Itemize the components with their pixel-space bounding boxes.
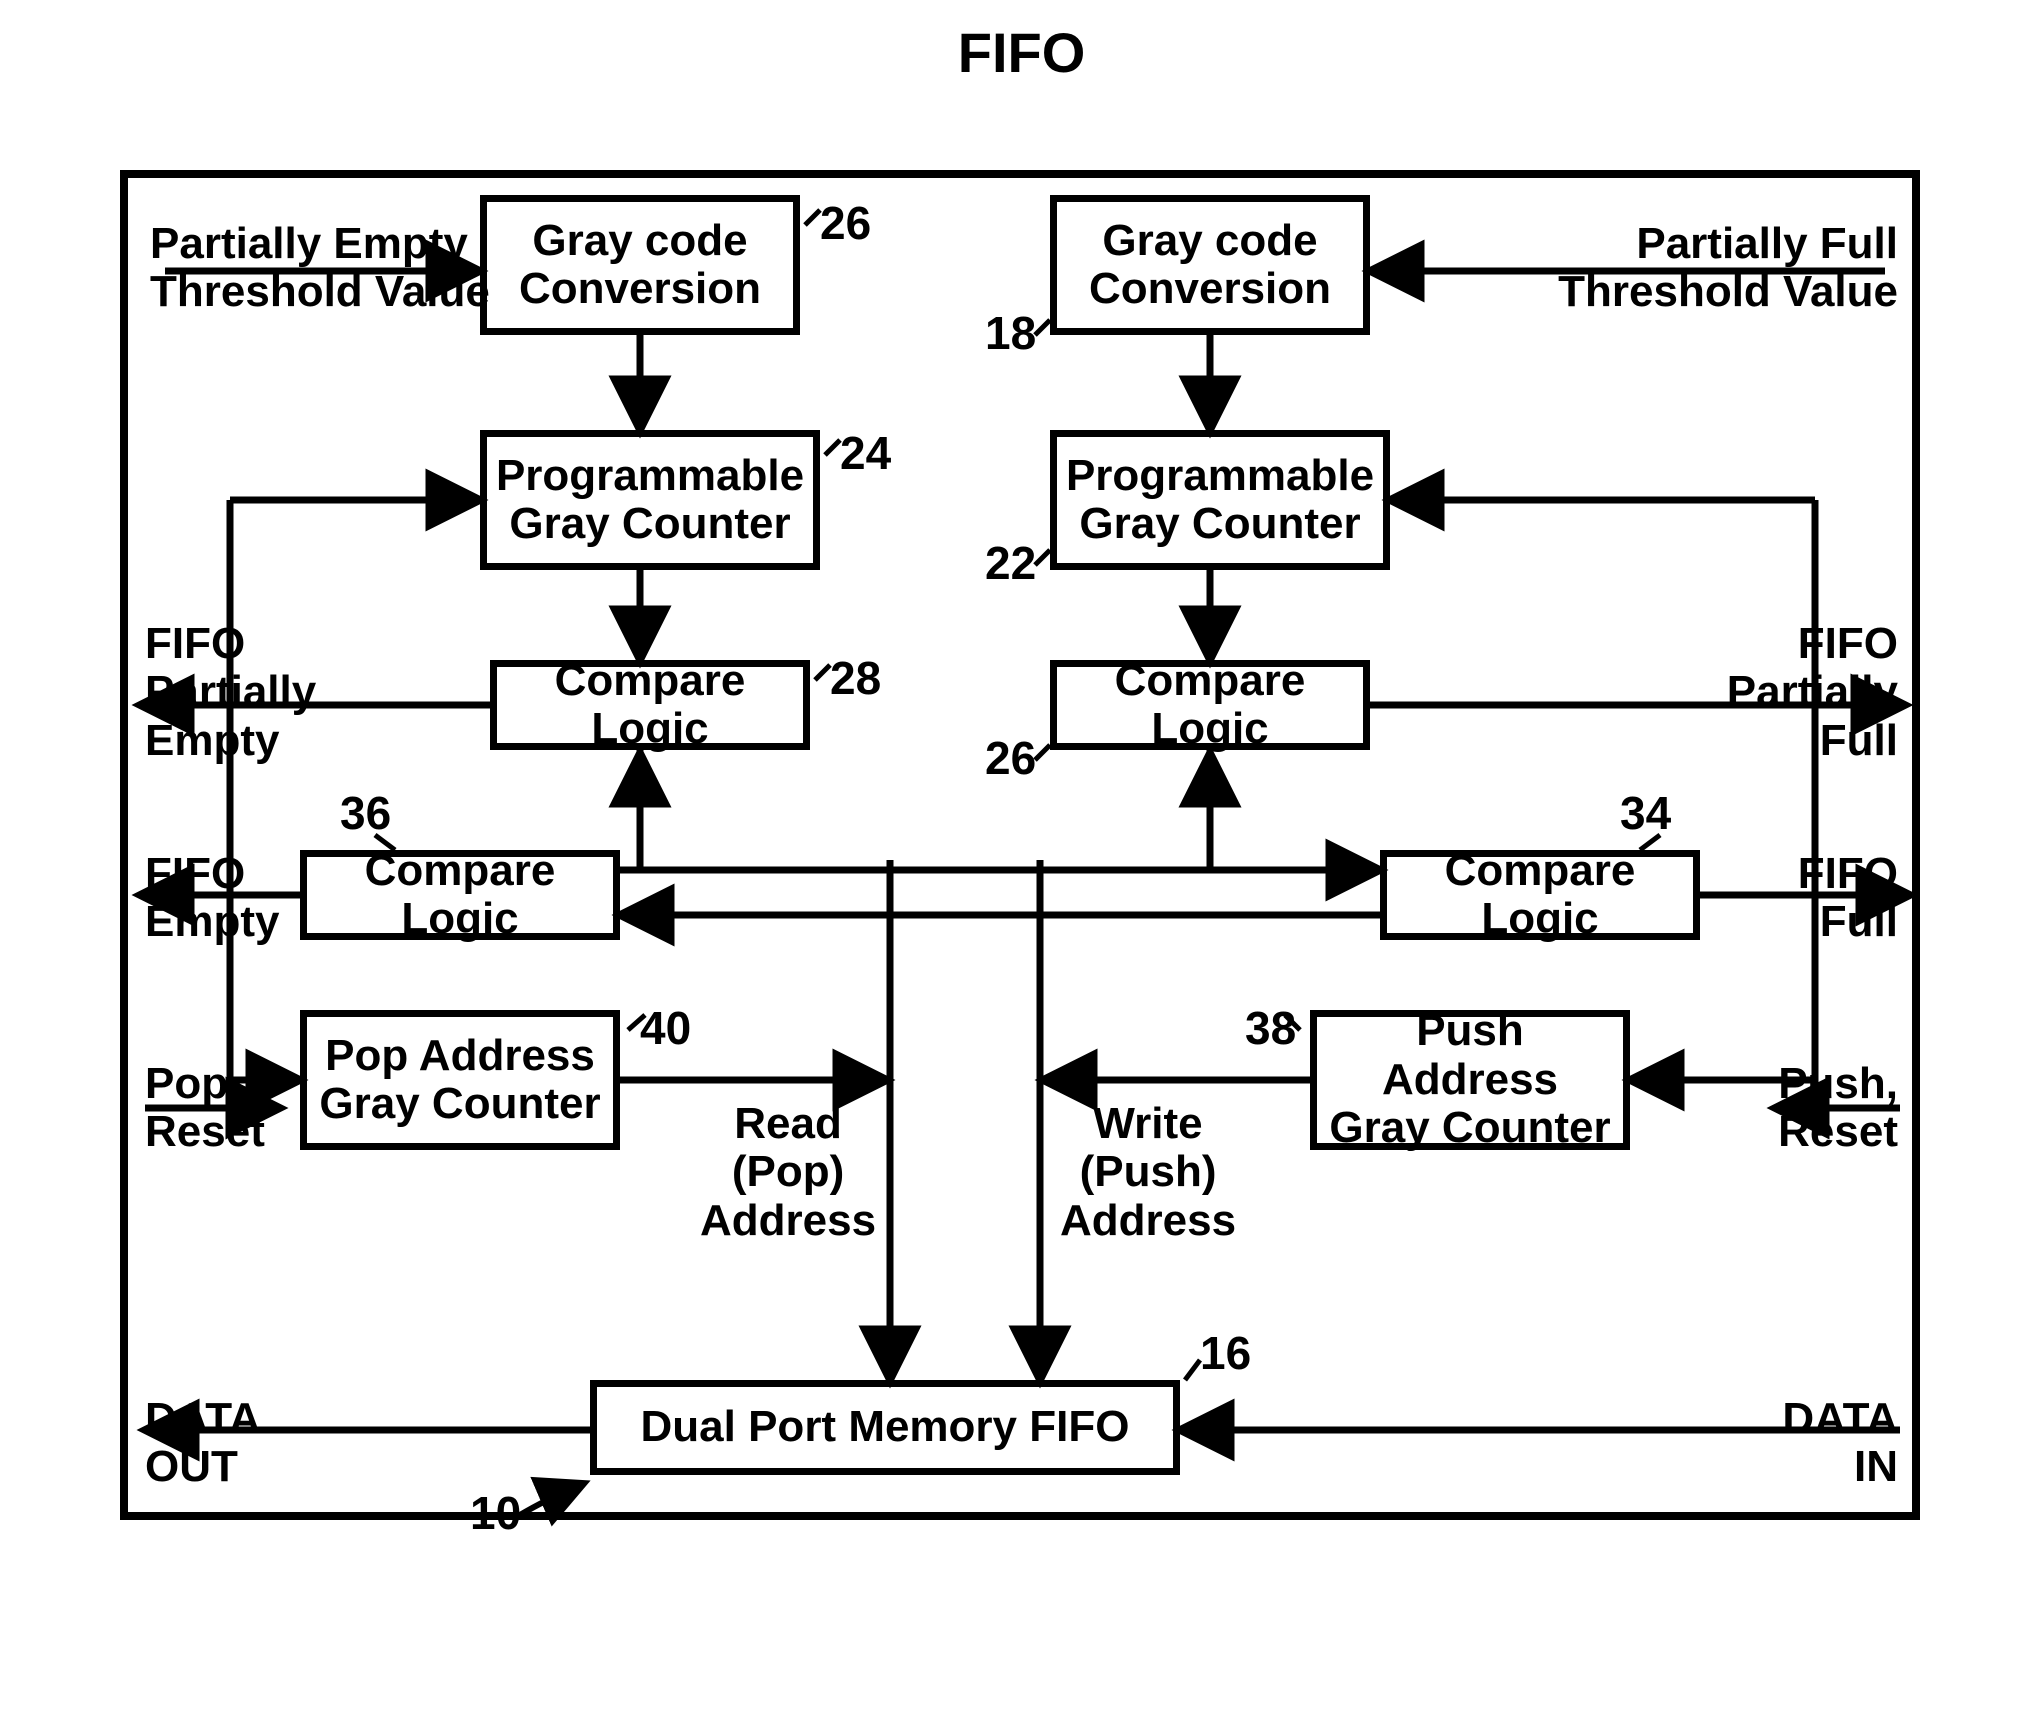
- ref-18: 18: [985, 310, 1036, 356]
- ref-26-left: 26: [820, 200, 871, 246]
- block-dual-port-memory: Dual Port Memory FIFO: [590, 1380, 1180, 1475]
- block-push-address-counter: Push AddressGray Counter: [1310, 1010, 1630, 1150]
- ref-34: 34: [1620, 790, 1671, 836]
- label-fifo-partially-empty: FIFOPartiallyEmpty: [145, 620, 316, 765]
- label-pop-reset: Pop,Reset: [145, 1060, 265, 1157]
- block-gray-code-conv-right: Gray codeConversion: [1050, 195, 1370, 335]
- label-fifo-full: FIFOFull: [1798, 850, 1898, 947]
- block-compare-right-top: Compare Logic: [1050, 660, 1370, 750]
- ref-38: 38: [1245, 1005, 1296, 1051]
- ref-26-right: 26: [985, 735, 1036, 781]
- block-compare-left-top: Compare Logic: [490, 660, 810, 750]
- block-prog-gray-counter-right: ProgrammableGray Counter: [1050, 430, 1390, 570]
- label-fifo-partially-full: FIFOPartiallyFull: [1727, 620, 1898, 765]
- block-pop-address-counter: Pop AddressGray Counter: [300, 1010, 620, 1150]
- diagram-title: FIFO: [0, 20, 2043, 85]
- label-data-in: DATAIN: [1782, 1395, 1898, 1492]
- ref-16: 16: [1200, 1330, 1251, 1376]
- ref-40: 40: [640, 1005, 691, 1051]
- block-gray-code-conv-left: Gray codeConversion: [480, 195, 800, 335]
- ref-22: 22: [985, 540, 1036, 586]
- ref-28: 28: [830, 655, 881, 701]
- label-data-out: DATAOUT: [145, 1395, 261, 1492]
- ref-10: 10: [470, 1490, 521, 1536]
- outer-boundary: [120, 170, 1920, 1520]
- label-pe-threshold: Partially EmptyThreshold Value: [150, 220, 490, 317]
- label-write-address: Write(Push)Address: [1060, 1100, 1236, 1245]
- label-pf-threshold: Partially FullThreshold Value: [1558, 220, 1898, 317]
- ref-36: 36: [340, 790, 391, 836]
- block-compare-left-mid: Compare Logic: [300, 850, 620, 940]
- label-fifo-empty: FIFOEmpty: [145, 850, 279, 947]
- label-push-reset: Push,Reset: [1778, 1060, 1898, 1157]
- block-prog-gray-counter-left: ProgrammableGray Counter: [480, 430, 820, 570]
- label-read-address: Read(Pop)Address: [700, 1100, 876, 1245]
- block-compare-right-mid: Compare Logic: [1380, 850, 1700, 940]
- ref-24: 24: [840, 430, 891, 476]
